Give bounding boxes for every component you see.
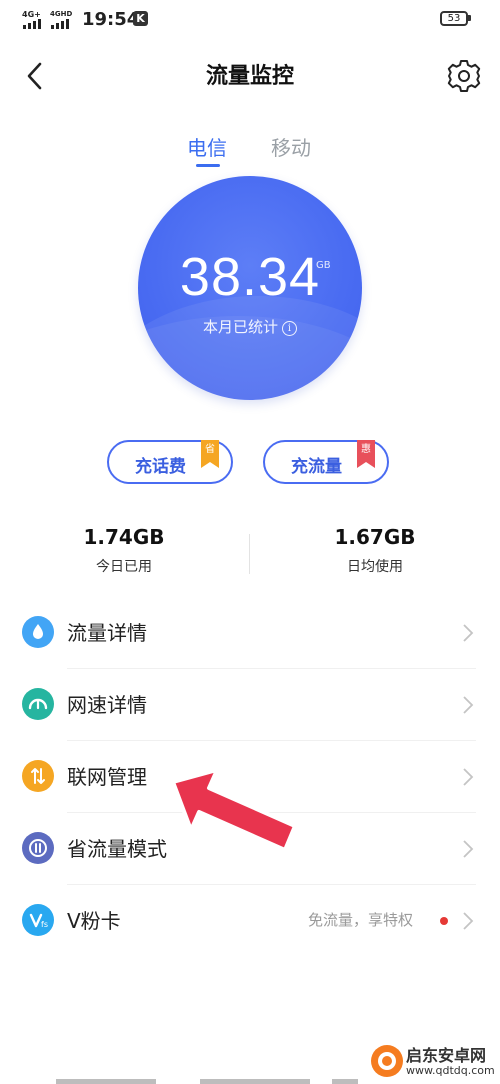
tab-active-indicator	[196, 164, 220, 167]
signal-4g-plus: 4G+	[22, 10, 42, 32]
menu-item-label: 联网管理	[67, 765, 147, 789]
page-title: 流量监控	[205, 64, 294, 89]
battery-tip	[468, 15, 471, 21]
stats-divider	[249, 534, 250, 574]
recharge-credit-button[interactable]: 充话费 省	[107, 440, 233, 484]
svg-text:fs: fs	[41, 920, 48, 929]
back-button[interactable]	[20, 56, 60, 96]
usage-label-row: 本月已统计 i	[138, 316, 362, 337]
speedometer-icon	[22, 688, 54, 720]
watermark: 启东安卓网 www.qdtdq.com	[368, 1040, 500, 1084]
menu-item-label: 网速详情	[67, 693, 147, 717]
menu-item-label: 省流量模式	[67, 837, 167, 861]
chevron-right-icon	[463, 696, 474, 714]
menu-item-data-details[interactable]: 流量详情	[0, 597, 500, 669]
vfan-promo-text: 免流量，享特权	[308, 911, 414, 929]
status-bar: 4G+ 4GHD 19:54 K 53	[0, 0, 500, 40]
notification-icon: K	[133, 11, 148, 26]
battery-indicator: 53	[440, 11, 468, 26]
menu-item-vfan-card[interactable]: fs V粉卡 免流量，享特权	[0, 885, 500, 957]
status-time: 19:54	[82, 9, 140, 30]
usage-circle[interactable]: 38.34 GB 本月已统计 i	[138, 176, 362, 400]
tab-telecom[interactable]: 电信	[187, 132, 227, 161]
signal-4g-hd: 4GHD	[50, 10, 72, 32]
chevron-right-icon	[463, 912, 474, 930]
watermark-url: www.qdtdq.com	[406, 1064, 495, 1077]
annotation-arrow-icon	[171, 768, 297, 852]
info-icon[interactable]: i	[282, 321, 297, 336]
daily-avg-label: 日均使用	[347, 559, 403, 575]
back-arrow-icon	[27, 62, 42, 90]
transfer-arrows-icon	[22, 760, 54, 792]
save-tag-badge: 省	[201, 440, 219, 468]
droplet-icon	[22, 616, 54, 648]
gear-icon	[447, 60, 481, 92]
today-used-label: 今日已用	[96, 559, 152, 575]
usage-value: 38.34	[179, 247, 321, 307]
tab-mobile[interactable]: 移动	[271, 132, 311, 161]
recharge-data-button[interactable]: 充流量 惠	[263, 440, 389, 484]
recharge-data-label: 充流量	[291, 457, 342, 477]
menu-item-label: 流量详情	[67, 621, 147, 645]
watermark-name: 启东安卓网	[406, 1046, 487, 1065]
chevron-right-icon	[463, 768, 474, 786]
recharge-credit-label: 充话费	[135, 457, 186, 477]
chevron-right-icon	[463, 624, 474, 642]
vcard-icon: fs	[22, 904, 54, 936]
usage-unit: GB	[316, 260, 331, 271]
menu-item-speed-details[interactable]: 网速详情	[0, 669, 500, 741]
save-mode-icon	[22, 832, 54, 864]
menu-item-label: V粉卡	[67, 909, 121, 933]
chevron-right-icon	[463, 840, 474, 858]
discount-tag-badge: 惠	[357, 440, 375, 468]
settings-button[interactable]	[444, 56, 484, 96]
watermark-logo-icon	[371, 1045, 403, 1077]
red-dot-badge	[440, 917, 448, 925]
usage-label: 本月已统计	[202, 318, 278, 336]
today-used-value: 1.74GB	[83, 525, 165, 549]
daily-avg-value: 1.67GB	[334, 525, 416, 549]
